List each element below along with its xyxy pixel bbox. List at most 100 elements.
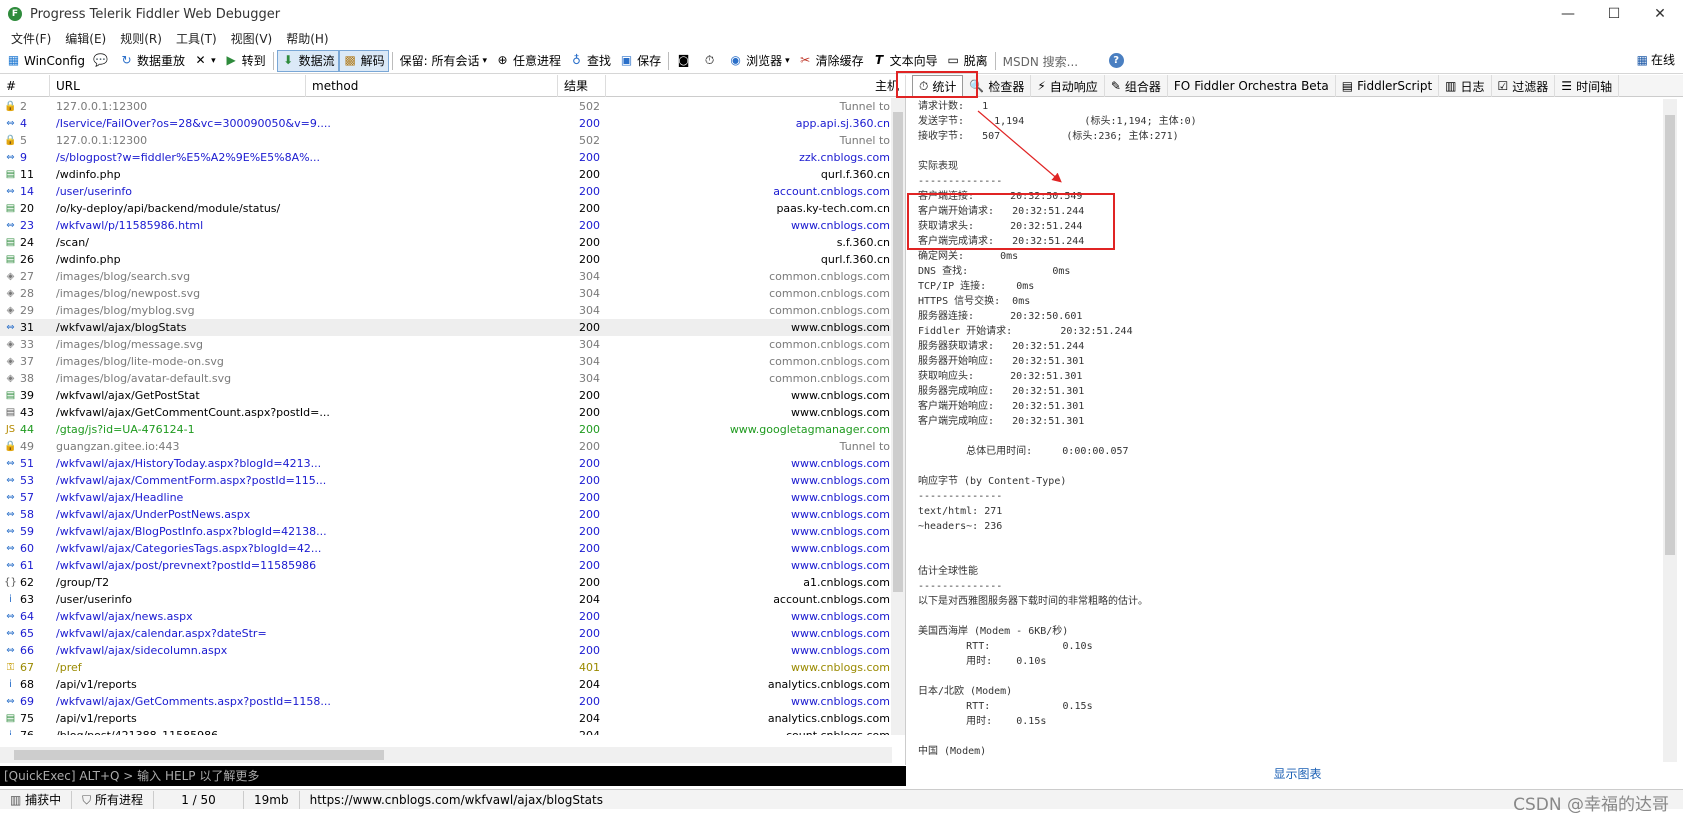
- table-row[interactable]: ⚿ 67/pref 401 www.cnblogs.com: [0, 659, 892, 676]
- menu-rules[interactable]: 规则(R): [113, 30, 169, 47]
- menu-tools[interactable]: 工具(T): [169, 30, 224, 47]
- table-row[interactable]: ▤ 24/scan/200 s.f.360.cn: [0, 234, 892, 251]
- show-chart-link[interactable]: 显示图表: [912, 765, 1683, 782]
- find-button[interactable]: ♁ 查找: [565, 50, 615, 72]
- table-row[interactable]: ⇔ 51/wkfvawl/ajax/HistoryToday.aspx?blogI…: [0, 455, 892, 472]
- timer-button[interactable]: ⏱: [698, 50, 724, 72]
- any-process-button[interactable]: ⊕ 任意进程: [491, 50, 565, 72]
- scrollbar-thumb[interactable]: [14, 750, 384, 760]
- table-row[interactable]: ▤ 39/wkfvawl/ajax/GetPostStat 200 www.cnblo…: [0, 387, 892, 404]
- table-row[interactable]: 🔒 49 guangzan.gitee.io:443 200 Tunnel to: [0, 438, 892, 455]
- table-row[interactable]: ⇔ 9/s/blogpost?w=fiddler%E5%A2%9E%E5%8A%.…: [0, 149, 892, 166]
- row-result: 304: [579, 355, 600, 368]
- column-header-url[interactable]: URL: [50, 75, 306, 97]
- text-wizard-button[interactable]: T 文本向导: [868, 50, 942, 72]
- table-row[interactable]: ▤ 43/wkfvawl/ajax/GetCommentCount.aspx?po…: [0, 404, 892, 421]
- process-filter[interactable]: ⛉ 所有进程: [72, 790, 155, 809]
- table-row[interactable]: 🔒 2 127.0.0.1:12300 502 Tunnel to: [0, 98, 892, 115]
- menu-help[interactable]: 帮助(H): [279, 30, 335, 47]
- column-header-host[interactable]: 主机: [606, 75, 906, 97]
- replay-button[interactable]: ↻ 数据重放: [115, 50, 189, 72]
- tab-fo[interactable]: FO Fiddler Orchestra Beta: [1168, 75, 1336, 97]
- not-modified-icon: ◈: [6, 305, 15, 316]
- table-row[interactable]: ⇔ 59/wkfvawl/ajax/BlogPostInfo.aspx?blogI…: [0, 523, 892, 540]
- table-row[interactable]: ◈ 28/images/blog/newpost.svg 304 common.cnb…: [0, 285, 892, 302]
- table-row[interactable]: ⇔ 31/wkfvawl/ajax/blogStats 200 www.cnblogs…: [0, 319, 892, 336]
- table-row[interactable]: ⇔ 64/wkfvawl/ajax/news.aspx 200 www.cnblogs…: [0, 608, 892, 625]
- keep-sessions-dropdown[interactable]: 保留: 所有会话 ▾: [396, 50, 491, 72]
- row-url: /scan/: [56, 236, 89, 249]
- table-row[interactable]: JS 44/gtag/js?id=UA-476124-1 200 www.google…: [0, 421, 892, 438]
- table-row[interactable]: ◈ 29/images/blog/myblog.svg 304 common.cnbl…: [0, 302, 892, 319]
- column-header-result[interactable]: 结果: [558, 75, 606, 97]
- table-row[interactable]: ⇔ 69/wkfvawl/ajax/GetComments.aspx?postId…: [0, 693, 892, 710]
- capturing-toggle[interactable]: ▥ 捕获中: [0, 790, 73, 809]
- comment-button[interactable]: 💬: [89, 50, 115, 72]
- help-icon[interactable]: ?: [1108, 53, 1124, 68]
- minimize-button[interactable]: —: [1545, 0, 1591, 28]
- table-row[interactable]: ▤ 26/wdinfo.php 200 qurl.f.360.cn: [0, 251, 892, 268]
- tab-checkbox[interactable]: ☑ 过滤器: [1492, 75, 1556, 97]
- table-row[interactable]: i 68/api/v1/reports 204 analytics.cnblogs.c…: [0, 676, 892, 693]
- table-row[interactable]: ⇔ 66/wkfvawl/ajax/sidecolumn.aspx 200 www.c…: [0, 642, 892, 659]
- scrollbar-thumb[interactable]: [893, 112, 903, 592]
- row-url: /blog/post/421388_11585986: [50, 727, 558, 735]
- clear-cache-button[interactable]: ✂ 清除缓存: [794, 50, 868, 72]
- decode-button[interactable]: ▩ 解码: [338, 49, 389, 72]
- table-row[interactable]: i 63/user/userinfo 204 account.cnblogs.com: [0, 591, 892, 608]
- table-row[interactable]: 🔒 5 127.0.0.1:12300 502 Tunnel to: [0, 132, 892, 149]
- msdn-search-input[interactable]: MSDN 搜索...: [999, 51, 1109, 71]
- column-header-method[interactable]: method: [306, 75, 558, 97]
- table-row[interactable]: ⇔ 65/wkfvawl/ajax/calendar.aspx?dateStr= 2…: [0, 625, 892, 642]
- row-result: 204: [579, 678, 600, 691]
- row-result: 200: [579, 559, 600, 572]
- quickexec-input[interactable]: [QuickExec] ALT+Q > 输入 HELP 以了解更多: [0, 766, 906, 786]
- table-row[interactable]: ▤ 20/o/ky-deploy/api/backend/module/statu…: [0, 200, 892, 217]
- tab-timeline[interactable]: ☰ 时间轴: [1555, 75, 1620, 97]
- row-result: 200: [579, 474, 600, 487]
- row-url: /gtag/js?id=UA-476124-1: [56, 423, 195, 436]
- row-result: 200: [579, 219, 600, 232]
- tab-log[interactable]: ▥ 日志: [1439, 75, 1492, 97]
- table-row[interactable]: ◈ 27/images/blog/search.svg 304 common.cnbl…: [0, 268, 892, 285]
- table-row[interactable]: ⇔ 53/wkfvawl/ajax/CommentForm.aspx?postId…: [0, 472, 892, 489]
- table-row[interactable]: ⇔ 23/wkfvawl/p/11585986.html 200 www.cnblog…: [0, 217, 892, 234]
- scrollbar-thumb[interactable]: [1665, 115, 1675, 555]
- maximize-button[interactable]: ☐: [1591, 0, 1637, 28]
- column-header-num[interactable]: #: [0, 75, 50, 97]
- row-host: www.cnblogs.com: [791, 695, 890, 708]
- table-row[interactable]: {} 62/group/T2 200 a1.cnblogs.com: [0, 574, 892, 591]
- table-row[interactable]: ◈ 38/images/blog/avatar-default.svg 304 com…: [0, 370, 892, 387]
- table-row[interactable]: i76/blog/post/421388_11585986204count.cn…: [0, 727, 892, 735]
- save-button[interactable]: ▣ 保存: [615, 50, 665, 72]
- tab-pencil[interactable]: ✎ 组合器: [1105, 75, 1168, 97]
- close-button[interactable]: ✕: [1637, 0, 1683, 28]
- menu-edit[interactable]: 编辑(E): [58, 30, 113, 47]
- table-row[interactable]: ⇔ 14/user/userinfo 200 account.cnblogs.com: [0, 183, 892, 200]
- sessions-vertical-scrollbar[interactable]: [891, 98, 905, 735]
- menu-file[interactable]: 文件(F): [4, 30, 58, 47]
- sessions-horizontal-scrollbar[interactable]: [0, 747, 892, 763]
- winconfig-button[interactable]: ▦ WinConfig: [2, 50, 89, 72]
- tab-script[interactable]: ▤ FiddlerScript: [1336, 75, 1440, 97]
- table-row[interactable]: ⇔ 60/wkfvawl/ajax/CategoriesTags.aspx?blo…: [0, 540, 892, 557]
- row-host: common.cnblogs.com: [769, 304, 890, 317]
- statistics-scrollbar[interactable]: [1663, 99, 1677, 762]
- tearoff-button[interactable]: ▭ 脱离: [942, 50, 992, 72]
- stream-button[interactable]: ⬇ 数据流: [276, 49, 339, 72]
- table-row[interactable]: ⇔ 61/wkfvawl/ajax/post/prevnext?postId=11…: [0, 557, 892, 574]
- browse-button[interactable]: ◉ 浏览器 ▾: [724, 50, 794, 72]
- table-row[interactable]: ⇔ 57/wkfvawl/ajax/Headline 200 www.cnblogs.…: [0, 489, 892, 506]
- table-row[interactable]: ◈ 37/images/blog/lite-mode-on.svg 304 commo…: [0, 353, 892, 370]
- tab-lightning[interactable]: ⚡ 自动响应: [1031, 75, 1105, 97]
- menu-view[interactable]: 视图(V): [224, 30, 280, 47]
- row-url: /group/T2: [56, 576, 110, 589]
- remove-button[interactable]: ✕ ▾: [189, 50, 220, 72]
- table-row[interactable]: ◈ 33/images/blog/message.svg 304 common.cnb…: [0, 336, 892, 353]
- table-row[interactable]: ⇔ 4/Iservice/FailOver?os=28&vc=300090050&…: [0, 115, 892, 132]
- table-row[interactable]: ⇔ 58/wkfvawl/ajax/UnderPostNews.aspx 200 ww…: [0, 506, 892, 523]
- table-row[interactable]: ▤ 75/api/v1/reports 204 analytics.cnblogs.c…: [0, 710, 892, 727]
- table-row[interactable]: ▤ 11/wdinfo.php 200 qurl.f.360.cn: [0, 166, 892, 183]
- go-button[interactable]: ▶ 转到: [220, 50, 270, 72]
- screenshot-button[interactable]: ◙: [672, 50, 698, 72]
